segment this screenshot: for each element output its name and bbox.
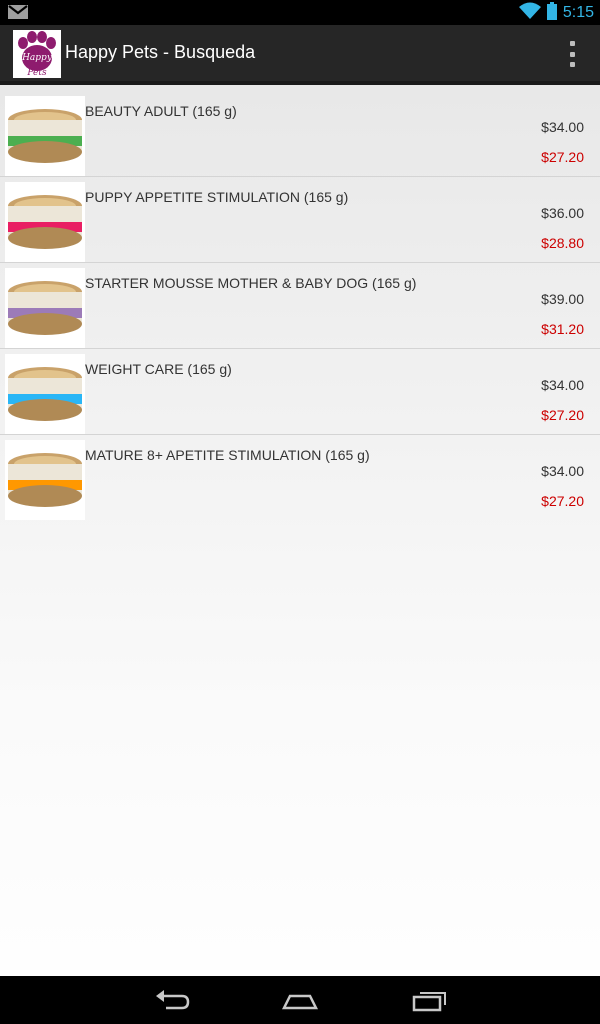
overflow-dot xyxy=(569,41,575,46)
product-price: $34.00 xyxy=(541,463,584,479)
product-name: STARTER MOUSSE MOTHER & BABY DOG (165 g) xyxy=(85,275,417,291)
product-price: $36.00 xyxy=(541,205,584,221)
product-name: MATURE 8+ APETITE STIMULATION (165 g) xyxy=(85,447,370,463)
home-button[interactable] xyxy=(280,986,320,1014)
product-sale-price: $31.20 xyxy=(541,321,584,337)
product-thumbnail xyxy=(5,440,85,520)
product-price: $39.00 xyxy=(541,291,584,307)
recent-apps-button[interactable] xyxy=(410,986,450,1014)
page-title: Happy Pets - Busqueda xyxy=(65,42,256,62)
overflow-menu-button[interactable] xyxy=(566,41,578,67)
product-sale-price: $28.80 xyxy=(541,235,584,251)
app-logo[interactable]: Happy Pets xyxy=(13,30,61,78)
back-button[interactable] xyxy=(152,986,192,1014)
product-thumbnail xyxy=(5,182,85,262)
logo-text-happy: Happy xyxy=(21,53,53,63)
status-bar: 5:15 xyxy=(0,0,600,25)
action-bar: Happy Pets Happy Pets - Busqueda xyxy=(0,25,600,85)
product-name: BEAUTY ADULT (165 g) xyxy=(85,103,237,119)
product-thumbnail xyxy=(5,268,85,348)
product-sale-price: $27.20 xyxy=(541,493,584,509)
search-results: BEAUTY ADULT (165 g) $34.00 $27.20 PUPPY AP… xyxy=(0,85,600,976)
product-sale-price: $27.20 xyxy=(541,407,584,423)
product-row[interactable]: BEAUTY ADULT (165 g) $34.00 $27.20 xyxy=(0,91,600,177)
gmail-notification-icon xyxy=(8,5,28,24)
wifi-icon xyxy=(518,2,541,25)
logo-text-pets: Pets xyxy=(26,68,47,78)
product-row[interactable]: PUPPY APPETITE STIMULATION (165 g) $36.00… xyxy=(0,177,600,263)
overflow-dot xyxy=(569,62,575,67)
product-row[interactable]: STARTER MOUSSE MOTHER & BABY DOG (165 g)… xyxy=(0,263,600,349)
product-row[interactable]: WEIGHT CARE (165 g) $34.00 $27.20 xyxy=(0,349,600,435)
battery-icon xyxy=(546,1,557,25)
product-name: PUPPY APPETITE STIMULATION (165 g) xyxy=(85,189,349,205)
product-price: $34.00 xyxy=(541,377,584,393)
product-thumbnail xyxy=(5,96,85,176)
clock: 5:15 xyxy=(562,4,594,21)
navigation-bar xyxy=(0,976,600,1024)
product-sale-price: $27.20 xyxy=(541,149,584,165)
overflow-dot xyxy=(569,51,575,57)
product-name: WEIGHT CARE (165 g) xyxy=(85,361,232,377)
product-list: BEAUTY ADULT (165 g) $34.00 $27.20 PUPPY AP… xyxy=(0,91,600,520)
product-thumbnail xyxy=(5,354,85,434)
product-price: $34.00 xyxy=(541,119,584,135)
product-row[interactable]: MATURE 8+ APETITE STIMULATION (165 g) $34… xyxy=(0,435,600,520)
